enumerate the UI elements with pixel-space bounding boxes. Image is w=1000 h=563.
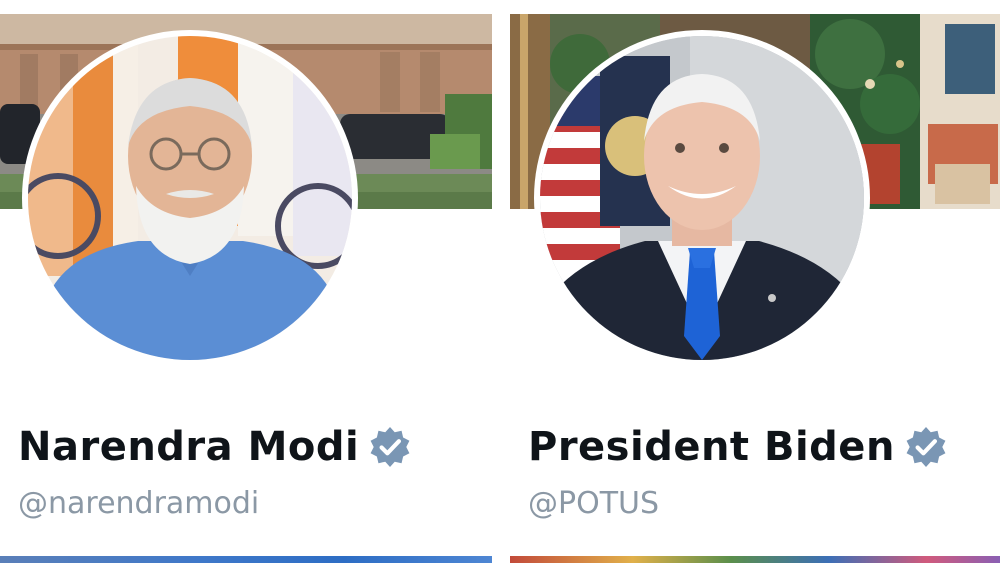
avatar-image — [540, 36, 864, 360]
username-handle[interactable]: @POTUS — [528, 486, 659, 521]
verified-badge-icon[interactable] — [369, 426, 411, 468]
next-card-banner-edge — [510, 556, 1000, 563]
profile-avatar[interactable] — [534, 30, 870, 366]
avatar-image — [28, 36, 352, 360]
display-name[interactable]: President Biden — [528, 424, 895, 470]
profile-avatar[interactable] — [22, 30, 358, 366]
profile-card-potus[interactable]: President Biden @POTUS — [510, 0, 1000, 563]
display-name-row: President Biden — [528, 424, 947, 470]
next-card-banner-edge — [0, 556, 492, 563]
display-name-row: Narendra Modi — [18, 424, 411, 470]
verified-badge-icon[interactable] — [905, 426, 947, 468]
display-name[interactable]: Narendra Modi — [18, 424, 359, 470]
username-handle[interactable]: @narendramodi — [18, 486, 259, 521]
profile-card-narendramodi[interactable]: Narendra Modi @narendramodi — [0, 0, 492, 563]
